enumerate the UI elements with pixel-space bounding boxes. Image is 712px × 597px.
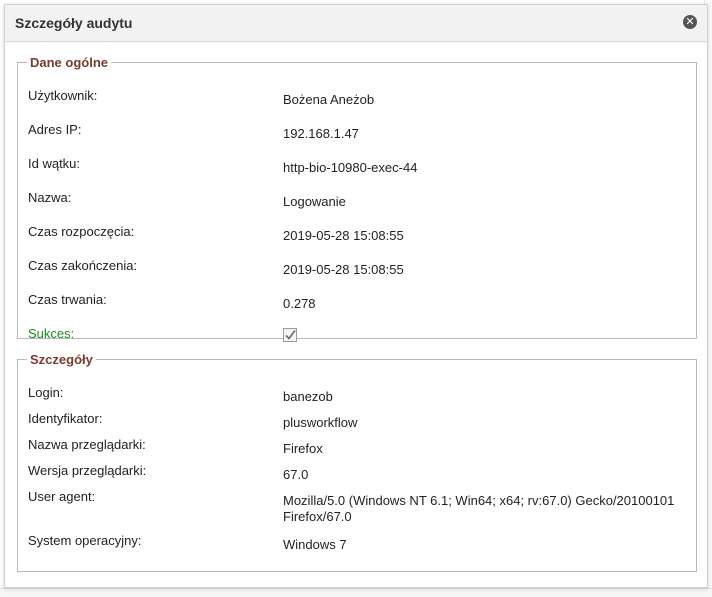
name-value: Logowanie — [283, 194, 346, 209]
ip-label: Adres IP: — [28, 122, 82, 137]
login-value: banezob — [283, 389, 333, 404]
browser-version-label: Wersja przeglądarki: — [28, 463, 147, 478]
browser-value: Firefox — [283, 441, 323, 456]
browser-version-value: 67.0 — [283, 467, 309, 482]
os-value: Windows 7 — [283, 537, 347, 552]
start-time-label: Czas rozpoczęcia: — [28, 224, 135, 239]
end-time-value: 2019-05-28 15:08:55 — [283, 262, 404, 277]
dialog-title: Szczegóły audytu — [15, 15, 133, 31]
start-time-value: 2019-05-28 15:08:55 — [283, 228, 404, 243]
login-label: Login: — [28, 385, 64, 400]
details-fieldset: Szczegóły Login: banezob Identyfikator: … — [17, 352, 697, 572]
details-legend: Szczegóły — [30, 352, 93, 367]
general-fieldset: Dane ogólne Użytkownik: Bożena Aneżob Ad… — [17, 55, 697, 342]
end-time-label: Czas zakończenia: — [28, 258, 138, 273]
user-agent-value: Mozilla/5.0 (Windows NT 6.1; Win64; x64;… — [283, 493, 675, 524]
thread-value: http-bio-10980-exec-44 — [283, 160, 418, 175]
close-icon[interactable]: ✕ — [683, 15, 697, 29]
os-label: System operacyjny: — [28, 533, 142, 548]
duration-value: 0.278 — [283, 296, 316, 311]
dialog-header: Szczegóły audytu ✕ — [5, 5, 707, 42]
user-value: Bożena Aneżob — [283, 92, 375, 107]
success-label: Sukces: — [28, 326, 75, 341]
audit-details-dialog: Szczegóły audytu ✕ Dane ogólne Użytkowni… — [4, 4, 708, 588]
user-agent-label: User agent: — [28, 489, 96, 504]
browser-label: Nazwa przeglądarki: — [28, 437, 146, 452]
identifier-value: plusworkflow — [283, 415, 358, 430]
user-label: Użytkownik: — [28, 88, 98, 103]
general-legend: Dane ogólne — [30, 55, 109, 70]
name-label: Nazwa: — [28, 190, 72, 205]
thread-label: Id wątku: — [28, 156, 81, 171]
identifier-label: Identyfikator: — [28, 411, 103, 426]
success-checkbox[interactable] — [283, 328, 297, 342]
duration-label: Czas trwania: — [28, 292, 107, 307]
checkmark-icon — [285, 330, 296, 340]
ip-value: 192.168.1.47 — [283, 126, 359, 141]
